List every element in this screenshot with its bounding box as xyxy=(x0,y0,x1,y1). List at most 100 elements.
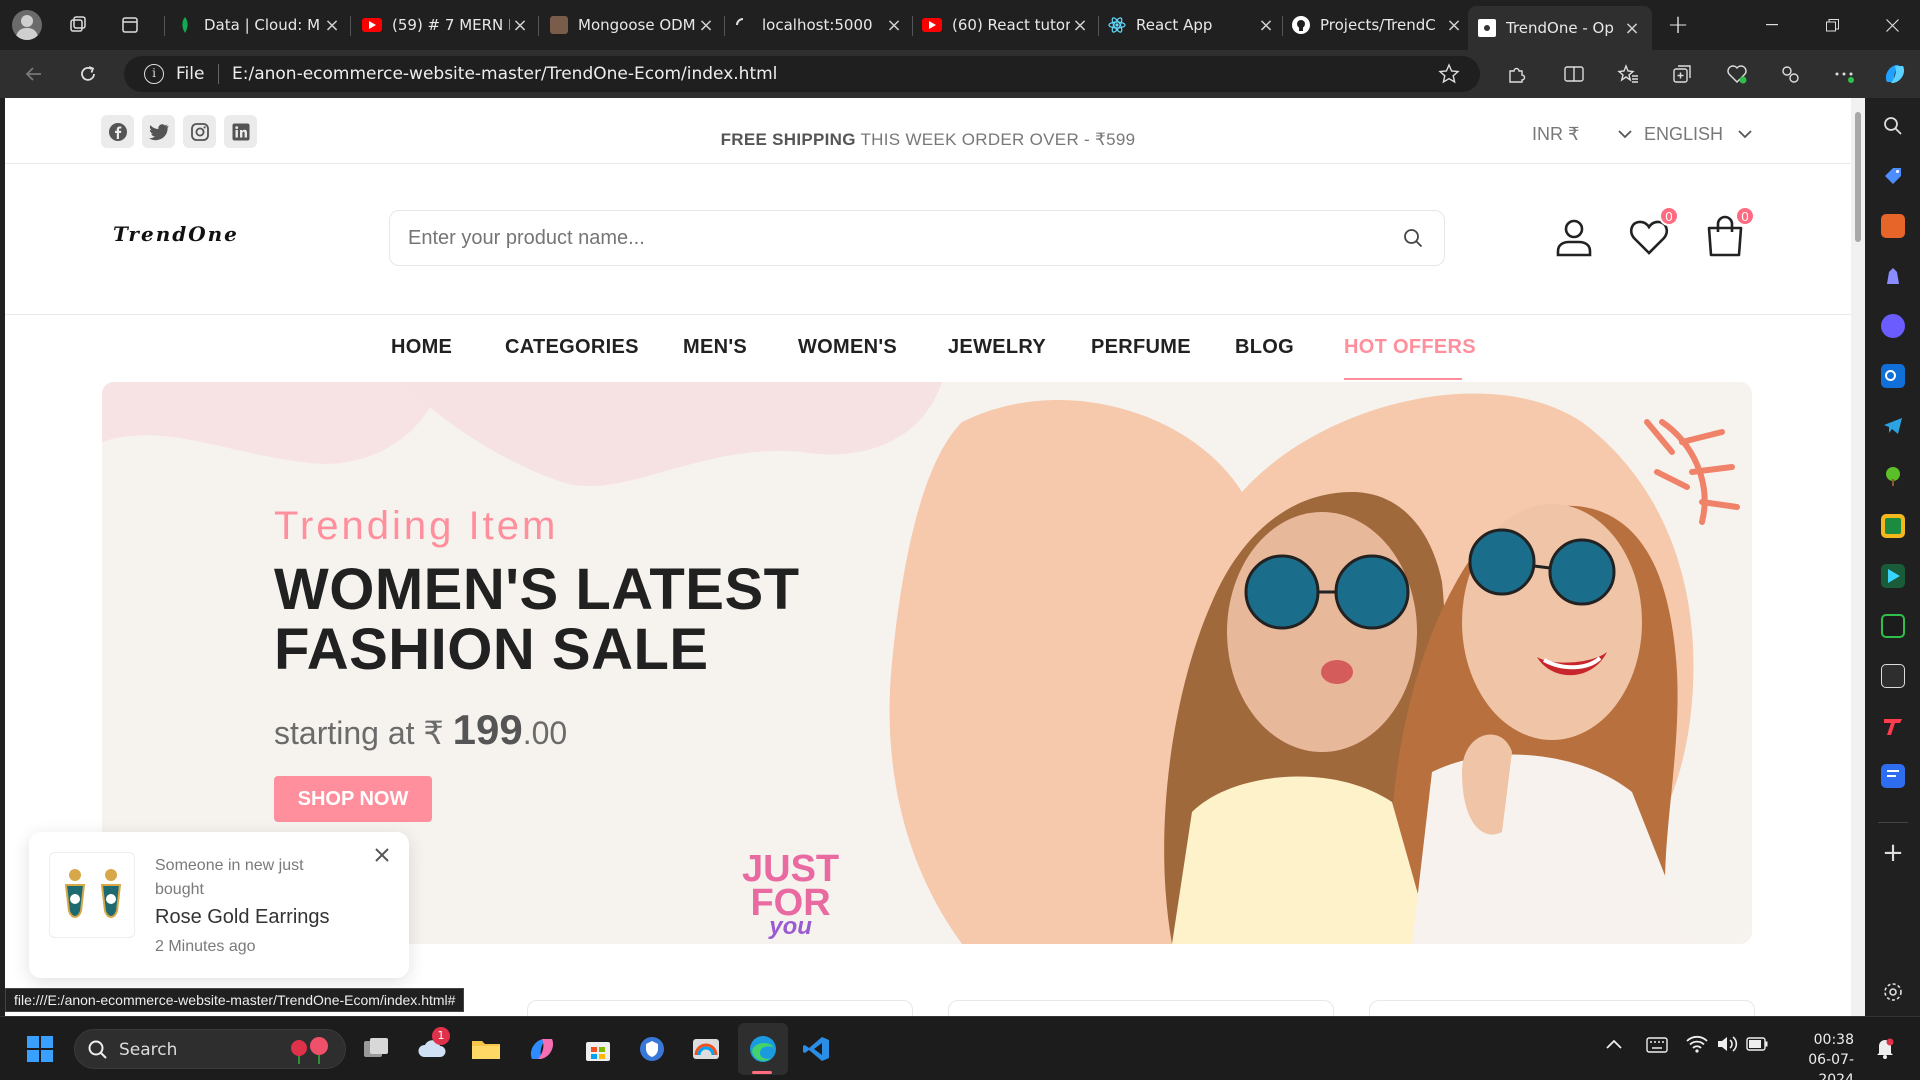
tab-mongodb-cloud[interactable]: Data | Cloud: M × xyxy=(176,6,342,44)
close-tab-icon[interactable]: × xyxy=(884,15,904,36)
user-account-icon[interactable] xyxy=(1553,216,1595,258)
telegram-icon[interactable] xyxy=(1881,414,1905,438)
close-tab-icon[interactable]: × xyxy=(322,15,342,36)
microsoft-store-icon[interactable] xyxy=(580,1031,616,1067)
forms-app-icon[interactable] xyxy=(1881,764,1905,788)
weather-notification-badge: 1 xyxy=(432,1027,450,1045)
extensions-icon[interactable] xyxy=(1504,62,1528,86)
close-tab-icon[interactable]: × xyxy=(1256,15,1276,36)
category-card[interactable] xyxy=(1369,1000,1755,1016)
back-arrow-icon[interactable] xyxy=(22,62,46,86)
price-main: 199 xyxy=(452,706,523,753)
more-options-icon[interactable] xyxy=(1832,62,1856,86)
photos-app-icon[interactable] xyxy=(688,1031,724,1067)
info-icon[interactable]: i xyxy=(144,64,164,84)
nav-mens[interactable]: MEN'S xyxy=(683,336,747,359)
nav-categories[interactable]: CATEGORIES xyxy=(505,336,639,359)
clock[interactable]: 00:38 06-07-2024 xyxy=(1784,1030,1854,1080)
outlook-icon[interactable] xyxy=(1881,364,1905,388)
photo-app-icon[interactable] xyxy=(1881,514,1905,538)
search-box xyxy=(389,210,1445,266)
close-tab-icon[interactable]: × xyxy=(1070,15,1090,36)
web-page: FREE SHIPPING THIS WEEK ORDER OVER - ₹59… xyxy=(5,98,1865,1016)
close-tab-icon[interactable]: × xyxy=(696,15,716,36)
play-app-icon[interactable] xyxy=(1881,564,1905,588)
tab-title: Data | Cloud: M xyxy=(204,16,321,34)
tab-github[interactable]: Projects/TrendC × xyxy=(1292,6,1464,44)
tab-trendone-active[interactable]: TrendOne - Op × xyxy=(1468,6,1652,50)
chevron-up-icon[interactable] xyxy=(1606,1039,1622,1049)
toast-product-name[interactable]: Rose Gold Earrings xyxy=(155,906,330,929)
tab-react-app[interactable]: React App × xyxy=(1108,6,1276,44)
tools-icon[interactable] xyxy=(1881,214,1905,238)
restore-button[interactable] xyxy=(1812,10,1852,40)
copilot-app-icon[interactable] xyxy=(1881,314,1905,338)
nav-hot-offers[interactable]: HOT OFFERS xyxy=(1344,336,1476,359)
sidebar-settings-icon[interactable] xyxy=(1881,980,1905,1004)
browser-essentials-icon[interactable] xyxy=(1725,62,1749,86)
battery-icon[interactable] xyxy=(1746,1037,1768,1051)
copilot-icon[interactable] xyxy=(1880,59,1910,89)
favorite-star-icon[interactable] xyxy=(1438,63,1460,85)
tab-youtube-react[interactable]: (60) React tutor × xyxy=(922,6,1090,44)
hero-subtitle: Trending Item xyxy=(274,504,559,548)
nav-womens[interactable]: WOMEN'S xyxy=(798,336,897,359)
new-tab-button[interactable]: + xyxy=(1658,10,1698,40)
shop-now-button[interactable]: SHOP NOW xyxy=(274,776,432,822)
edge-browser-icon[interactable] xyxy=(745,1031,781,1067)
refresh-icon[interactable] xyxy=(76,62,100,86)
shopping-tag-icon[interactable] xyxy=(1881,164,1905,188)
wifi-icon[interactable] xyxy=(1686,1035,1708,1053)
minimize-button[interactable] xyxy=(1752,10,1792,40)
address-url[interactable]: E:/anon-ecommerce-website-master/TrendOn… xyxy=(232,64,777,84)
react-icon xyxy=(1108,16,1126,34)
favorites-icon[interactable] xyxy=(1616,62,1640,86)
notification-bell-icon[interactable] xyxy=(1876,1037,1894,1059)
taskbar-search-box[interactable]: Search xyxy=(74,1029,346,1069)
windows-start-icon[interactable] xyxy=(22,1031,58,1067)
keyboard-icon[interactable] xyxy=(1646,1037,1668,1053)
nav-perfume[interactable]: PERFUME xyxy=(1091,336,1191,359)
grid-app-icon[interactable] xyxy=(1881,664,1905,688)
category-card[interactable] xyxy=(948,1000,1334,1016)
tab-localhost[interactable]: localhost:5000 × xyxy=(734,6,904,44)
add-sidebar-app-icon[interactable]: + xyxy=(1881,840,1905,866)
tree-icon[interactable] xyxy=(1881,464,1905,488)
close-icon[interactable] xyxy=(375,848,389,862)
nav-jewelry[interactable]: JEWELRY xyxy=(948,336,1046,359)
page-scrollbar[interactable] xyxy=(1851,98,1865,1016)
workspaces-icon[interactable] xyxy=(58,10,98,40)
close-window-button[interactable] xyxy=(1872,10,1912,40)
t-app-icon[interactable] xyxy=(1881,714,1905,738)
scrollbar-thumb[interactable] xyxy=(1855,112,1861,242)
profile-avatar[interactable] xyxy=(12,10,42,40)
nav-home[interactable]: HOME xyxy=(391,336,452,359)
close-tab-icon[interactable]: × xyxy=(1622,18,1642,39)
tab-title: React App xyxy=(1136,16,1213,34)
nav-blog[interactable]: BLOG xyxy=(1235,336,1294,359)
notes-app-icon[interactable] xyxy=(1881,614,1905,638)
close-tab-icon[interactable]: × xyxy=(1444,15,1464,36)
volume-icon[interactable] xyxy=(1716,1035,1738,1053)
search-icon[interactable] xyxy=(1402,227,1424,249)
vscode-icon[interactable] xyxy=(798,1031,834,1067)
currency-select[interactable]: INR ₹ xyxy=(1532,120,1632,148)
language-select[interactable]: ENGLISH xyxy=(1644,120,1752,148)
games-icon[interactable] xyxy=(1881,264,1905,288)
search-input[interactable] xyxy=(408,223,1368,253)
split-screen-icon[interactable] xyxy=(1562,62,1586,86)
address-bar[interactable]: i File E:/anon-ecommerce-website-master/… xyxy=(124,56,1480,92)
site-logo[interactable]: TrendOne xyxy=(113,222,239,246)
search-icon[interactable] xyxy=(1881,114,1905,138)
security-app-icon[interactable] xyxy=(634,1031,670,1067)
close-tab-icon[interactable]: × xyxy=(510,15,530,36)
copilot-taskbar-icon[interactable] xyxy=(524,1031,560,1067)
category-card[interactable] xyxy=(527,1000,913,1016)
performance-icon[interactable] xyxy=(1778,62,1802,86)
tab-actions-icon[interactable] xyxy=(110,10,150,40)
tab-mongoose[interactable]: Mongoose ODM × xyxy=(550,6,716,44)
task-view-icon[interactable] xyxy=(358,1031,394,1067)
file-explorer-icon[interactable] xyxy=(468,1031,504,1067)
collections-icon[interactable] xyxy=(1670,62,1694,86)
tab-youtube-mern[interactable]: (59) # 7 MERN I × xyxy=(362,6,530,44)
